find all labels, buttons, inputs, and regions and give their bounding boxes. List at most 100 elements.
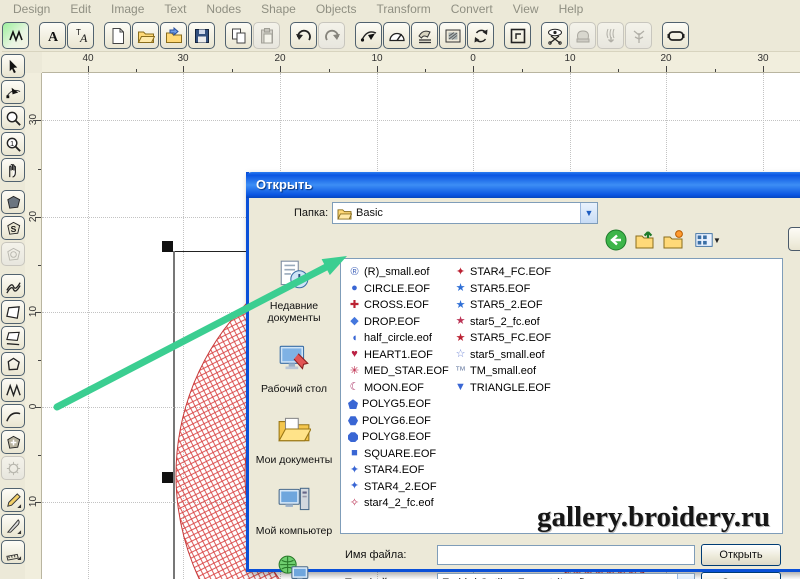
file-type-icon: ◆	[347, 316, 362, 327]
folder-icon	[337, 207, 352, 220]
file-item[interactable]: ●CIRCLE.EOF	[347, 281, 449, 298]
h-ruler-label: 20	[274, 53, 285, 64]
menu-image[interactable]: Image	[102, 2, 153, 16]
place-desktop[interactable]: Рабочий стол	[261, 341, 327, 395]
place-my-computer[interactable]: Мой компьютер	[256, 483, 332, 537]
file-item[interactable]: ✳MED_STAR.EOF	[347, 363, 449, 380]
up-folder-button[interactable]	[633, 228, 657, 252]
file-item[interactable]: ◖half_circle.eof	[347, 330, 449, 347]
new-folder-button[interactable]	[661, 228, 685, 252]
file-item[interactable]: ★STAR5_FC.EOF	[453, 330, 551, 347]
regenerate-icon[interactable]	[467, 22, 494, 49]
file-item[interactable]: ■SQUARE.EOF	[347, 446, 449, 463]
zoom-tool-icon[interactable]	[1, 106, 25, 130]
file-item[interactable]: ✦STAR4_FC.EOF	[453, 264, 551, 281]
window-mode-icon[interactable]	[504, 22, 531, 49]
border-tool-icon[interactable]	[1, 326, 25, 350]
menu-shape[interactable]: Shape	[252, 2, 305, 16]
save-icon[interactable]	[188, 22, 215, 49]
menu-help[interactable]: Help	[550, 2, 593, 16]
new-design-icon[interactable]	[104, 22, 131, 49]
dialog-title: Открыть	[256, 177, 312, 192]
filetype-combobox[interactable]: Embird Outline Format (*.eof) ▼	[437, 573, 695, 579]
pan-tool-icon[interactable]	[1, 158, 25, 182]
menu-text[interactable]: Text	[155, 2, 195, 16]
file-item[interactable]: ✦STAR4_2.EOF	[347, 479, 449, 496]
edit-outline-icon[interactable]	[355, 22, 382, 49]
menu-transform[interactable]: Transform	[368, 2, 440, 16]
file-item[interactable]: POLYG5.EOF	[347, 396, 449, 413]
knife-tool-icon[interactable]	[1, 514, 25, 538]
views-button[interactable]: ▼	[689, 228, 719, 252]
hoop-icon[interactable]	[662, 22, 689, 49]
fill-shape-tool-icon[interactable]	[1, 190, 25, 214]
cropped-toolbar-button[interactable]	[788, 227, 800, 251]
add-shape-tool-icon[interactable]	[1, 430, 25, 454]
open-button[interactable]: Открыть	[701, 544, 781, 566]
menu-edit[interactable]: Edit	[61, 2, 100, 16]
column-tool-icon[interactable]	[1, 300, 25, 324]
file-item[interactable]: ☾MOON.EOF	[347, 380, 449, 397]
my-documents-icon	[277, 412, 311, 451]
presser-foot-icon	[597, 22, 624, 49]
menu-view[interactable]: View	[504, 2, 548, 16]
outline-tool-icon[interactable]	[1, 352, 25, 376]
menu-nodes[interactable]: Nodes	[197, 2, 250, 16]
cancel-button[interactable]: Отмена	[701, 572, 781, 579]
folder-dropdown-arrow[interactable]: ▼	[580, 203, 597, 223]
folder-label: Папка:	[294, 207, 328, 219]
menu-objects[interactable]: Objects	[307, 2, 366, 16]
dialog-titlebar[interactable]: Открыть	[246, 172, 800, 198]
pattern-preview-icon[interactable]	[439, 22, 466, 49]
undo-icon[interactable]	[290, 22, 317, 49]
folder-combobox[interactable]: Basic ▼	[332, 202, 598, 224]
place-network[interactable]: Сетевое	[274, 554, 315, 579]
file-item[interactable]: ✚CROSS.EOF	[347, 297, 449, 314]
hide-stitches-icon[interactable]	[541, 22, 568, 49]
file-list[interactable]: ®(R)_small.eof●CIRCLE.EOF✚CROSS.EOF◆DROP…	[340, 258, 783, 534]
node-edit-tool-icon[interactable]	[1, 80, 25, 104]
place-my-documents[interactable]: Мои документы	[256, 412, 333, 466]
ribbon-tool-icon[interactable]	[1, 274, 25, 298]
h-ruler-label: 10	[371, 53, 382, 64]
measure-tool-icon[interactable]	[1, 540, 25, 564]
back-button[interactable]	[604, 228, 628, 252]
embird-logo-icon[interactable]	[2, 22, 29, 49]
menu-design[interactable]: Design	[4, 2, 59, 16]
file-item[interactable]: ▼TRIANGLE.EOF	[453, 380, 551, 397]
satin-shape-tool-icon[interactable]: S	[1, 216, 25, 240]
select-tool-icon[interactable]	[1, 54, 25, 78]
filetype-dropdown-arrow[interactable]: ▼	[677, 574, 694, 579]
file-item[interactable]: ◆DROP.EOF	[347, 314, 449, 331]
file-item[interactable]: ★star5_2_fc.eof	[453, 314, 551, 331]
file-type-icon: ☾	[347, 382, 362, 393]
open-file-icon[interactable]	[132, 22, 159, 49]
pencil-tool-icon[interactable]	[1, 488, 25, 512]
international-text-icon[interactable]: TA	[67, 22, 94, 49]
sew-simulator-icon[interactable]	[411, 22, 438, 49]
file-item[interactable]: POLYG6.EOF	[347, 413, 449, 430]
file-item[interactable]: ✧star4_2_fc.eof	[347, 495, 449, 512]
import-file-icon[interactable]	[160, 22, 187, 49]
file-item[interactable]: POLYG8.EOF	[347, 429, 449, 446]
file-item[interactable]: ♥HEART1.EOF	[347, 347, 449, 364]
stitch-gauge-icon[interactable]	[383, 22, 410, 49]
file-item[interactable]: ®(R)_small.eof	[347, 264, 449, 281]
text-tool-icon[interactable]: A	[39, 22, 66, 49]
menu-convert[interactable]: Convert	[442, 2, 502, 16]
file-item[interactable]: ★STAR5_2.EOF	[453, 297, 551, 314]
arc-tool-icon[interactable]	[1, 404, 25, 428]
filename-input[interactable]	[437, 545, 695, 565]
file-item[interactable]: ™TM_small.eof	[453, 363, 551, 380]
place-recent-documents[interactable]: Недавние документы	[253, 258, 335, 324]
svg-text:A: A	[79, 31, 88, 45]
file-name: POLYG6.EOF	[362, 415, 431, 427]
zigzag-tool-icon[interactable]	[1, 378, 25, 402]
zoom-100-tool-icon[interactable]: 1	[1, 132, 25, 156]
file-name: star4_2_fc.eof	[364, 497, 434, 509]
copy-icon[interactable]	[225, 22, 252, 49]
file-item[interactable]: ★STAR5.EOF	[453, 281, 551, 298]
file-item[interactable]: ✦STAR4.EOF	[347, 462, 449, 479]
file-item[interactable]: ☆star5_small.eof	[453, 347, 551, 364]
svg-text:1: 1	[9, 138, 13, 147]
